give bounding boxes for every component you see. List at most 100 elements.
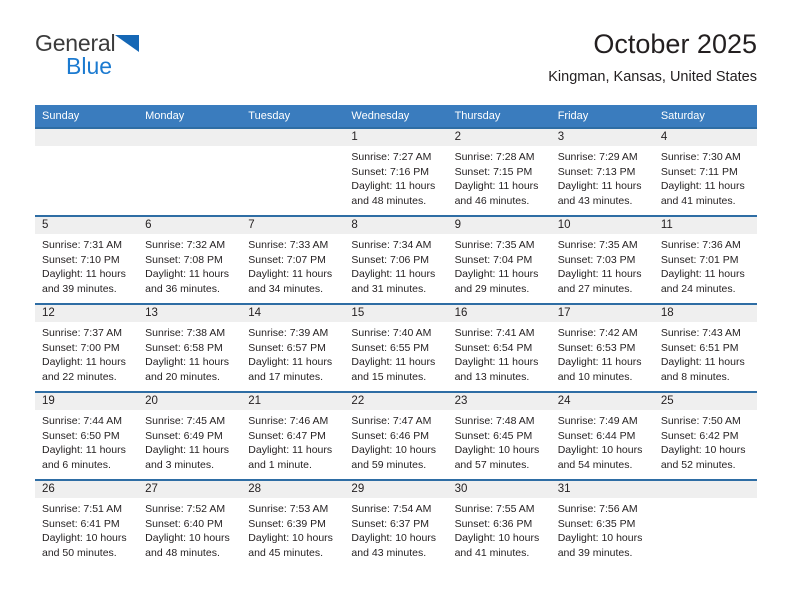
calendar-day-cell[interactable]: 25 Sunrise: 7:50 AM Sunset: 6:42 PM Dayligh… xyxy=(653,391,757,480)
calendar-day-cell[interactable]: 26 Sunrise: 7:51 AM Sunset: 6:41 PM Dayligh… xyxy=(35,479,139,568)
daylight-text: Daylight: 11 hours and 41 minutes. xyxy=(660,180,745,207)
day-number: 9 xyxy=(447,217,551,234)
day-number: 16 xyxy=(447,305,551,322)
sunrise-text: Sunrise: 7:52 AM xyxy=(145,503,226,515)
sunset-text: Sunset: 7:08 PM xyxy=(145,253,223,266)
day-cell-empty xyxy=(241,129,345,215)
day-cell: 13 Sunrise: 7:38 AM Sunset: 6:58 PM Dayligh… xyxy=(138,305,242,391)
daylight-text: Daylight: 11 hours and 15 minutes. xyxy=(351,356,436,383)
calendar-day-cell[interactable]: 18 Sunrise: 7:43 AM Sunset: 6:51 PM Dayligh… xyxy=(653,303,757,392)
calendar-day-cell[interactable]: 31 Sunrise: 7:56 AM Sunset: 6:35 PM Dayligh… xyxy=(550,479,654,568)
day-number: 14 xyxy=(241,305,345,322)
calendar-day-cell[interactable]: 2 Sunrise: 7:28 AM Sunset: 7:15 PM Daylight… xyxy=(447,127,551,216)
calendar-day-cell[interactable]: 28 Sunrise: 7:53 AM Sunset: 6:39 PM Dayligh… xyxy=(241,479,345,568)
sunset-text: Sunset: 6:55 PM xyxy=(351,341,430,354)
calendar-day-cell[interactable]: 10 Sunrise: 7:35 AM Sunset: 7:03 PM Dayligh… xyxy=(550,215,654,304)
day-sun-info: Sunrise: 7:39 AM Sunset: 6:57 PM Daylight:… xyxy=(241,322,344,384)
calendar-day-cell[interactable]: 20 Sunrise: 7:45 AM Sunset: 6:49 PM Dayligh… xyxy=(138,391,242,480)
day-sun-info: Sunrise: 7:49 AM Sunset: 6:44 PM Daylight:… xyxy=(551,410,654,472)
daylight-text: Daylight: 11 hours and 22 minutes. xyxy=(42,356,126,383)
day-number xyxy=(653,481,757,498)
daylight-text: Daylight: 11 hours and 20 minutes. xyxy=(145,356,229,383)
day-cell: 11 Sunrise: 7:36 AM Sunset: 7:01 PM Dayligh… xyxy=(653,217,757,303)
daylight-text: Daylight: 11 hours and 17 minutes. xyxy=(248,356,333,383)
calendar-day-cell[interactable]: 7 Sunrise: 7:33 AM Sunset: 7:07 PM Daylight… xyxy=(241,215,345,304)
daylight-text: Daylight: 11 hours and 29 minutes. xyxy=(454,268,539,295)
weekday-header-friday: Friday xyxy=(550,105,654,128)
sunset-text: Sunset: 6:37 PM xyxy=(351,517,430,530)
daylight-text: Daylight: 11 hours and 8 minutes. xyxy=(660,356,745,383)
sunset-text: Sunset: 7:15 PM xyxy=(454,165,533,178)
calendar-day-cell[interactable]: 1 Sunrise: 7:27 AM Sunset: 7:16 PM Daylight… xyxy=(344,127,448,216)
sunrise-text: Sunrise: 7:41 AM xyxy=(454,327,535,339)
day-number xyxy=(35,129,139,146)
calendar-day-cell[interactable]: 14 Sunrise: 7:39 AM Sunset: 6:57 PM Dayligh… xyxy=(241,303,345,392)
calendar-day-cell[interactable]: 23 Sunrise: 7:48 AM Sunset: 6:45 PM Dayligh… xyxy=(447,391,551,480)
sunset-text: Sunset: 7:13 PM xyxy=(557,165,636,178)
day-sun-info: Sunrise: 7:44 AM Sunset: 6:50 PM Daylight:… xyxy=(35,410,138,472)
calendar-day-cell[interactable]: 8 Sunrise: 7:34 AM Sunset: 7:06 PM Daylight… xyxy=(344,215,448,304)
day-cell: 12 Sunrise: 7:37 AM Sunset: 7:00 PM Dayligh… xyxy=(35,305,139,391)
calendar-day-cell[interactable]: 4 Sunrise: 7:30 AM Sunset: 7:11 PM Daylight… xyxy=(653,127,757,216)
sunrise-text: Sunrise: 7:49 AM xyxy=(557,415,638,427)
day-sun-info: Sunrise: 7:43 AM Sunset: 6:51 PM Daylight:… xyxy=(654,322,757,384)
day-number: 1 xyxy=(344,129,448,146)
calendar-day-cell[interactable]: 15 Sunrise: 7:40 AM Sunset: 6:55 PM Dayligh… xyxy=(344,303,448,392)
day-number: 4 xyxy=(653,129,757,146)
calendar-day-cell[interactable]: 5 Sunrise: 7:31 AM Sunset: 7:10 PM Daylight… xyxy=(35,215,139,304)
sunrise-text: Sunrise: 7:35 AM xyxy=(557,239,638,251)
calendar-day-cell[interactable]: 24 Sunrise: 7:49 AM Sunset: 6:44 PM Dayligh… xyxy=(550,391,654,480)
day-number: 30 xyxy=(447,481,551,498)
day-cell: 28 Sunrise: 7:53 AM Sunset: 6:39 PM Dayligh… xyxy=(241,481,345,568)
calendar-day-cell[interactable] xyxy=(653,479,757,568)
calendar-day-cell[interactable]: 29 Sunrise: 7:54 AM Sunset: 6:37 PM Dayligh… xyxy=(344,479,448,568)
calendar-week-row: 19 Sunrise: 7:44 AM Sunset: 6:50 PM Dayligh… xyxy=(35,391,757,480)
calendar-day-cell[interactable]: 13 Sunrise: 7:38 AM Sunset: 6:58 PM Dayligh… xyxy=(138,303,242,392)
sunset-text: Sunset: 6:35 PM xyxy=(557,517,636,530)
daylight-text: Daylight: 11 hours and 27 minutes. xyxy=(557,268,642,295)
daylight-text: Daylight: 10 hours and 50 minutes. xyxy=(42,532,127,559)
sunset-text: Sunset: 7:11 PM xyxy=(660,165,738,178)
sunset-text: Sunset: 7:00 PM xyxy=(42,341,120,354)
calendar-day-cell[interactable]: 11 Sunrise: 7:36 AM Sunset: 7:01 PM Dayligh… xyxy=(653,215,757,304)
sunrise-text: Sunrise: 7:38 AM xyxy=(145,327,226,339)
day-cell: 31 Sunrise: 7:56 AM Sunset: 6:35 PM Dayligh… xyxy=(550,481,654,568)
sunset-text: Sunset: 6:53 PM xyxy=(557,341,636,354)
day-cell: 7 Sunrise: 7:33 AM Sunset: 7:07 PM Daylight… xyxy=(241,217,345,303)
day-number: 3 xyxy=(550,129,654,146)
calendar-day-cell[interactable]: 16 Sunrise: 7:41 AM Sunset: 6:54 PM Dayligh… xyxy=(447,303,551,392)
calendar-day-cell[interactable]: 30 Sunrise: 7:55 AM Sunset: 6:36 PM Dayligh… xyxy=(447,479,551,568)
calendar-day-cell[interactable]: 9 Sunrise: 7:35 AM Sunset: 7:04 PM Daylight… xyxy=(447,215,551,304)
day-number: 17 xyxy=(550,305,654,322)
calendar-day-cell[interactable]: 12 Sunrise: 7:37 AM Sunset: 7:00 PM Dayligh… xyxy=(35,303,139,392)
day-number: 6 xyxy=(138,217,242,234)
calendar-day-cell[interactable]: 6 Sunrise: 7:32 AM Sunset: 7:08 PM Daylight… xyxy=(138,215,242,304)
calendar-day-cell[interactable]: 19 Sunrise: 7:44 AM Sunset: 6:50 PM Dayligh… xyxy=(35,391,139,480)
calendar-week-row: 5 Sunrise: 7:31 AM Sunset: 7:10 PM Daylight… xyxy=(35,215,757,304)
day-sun-info: Sunrise: 7:34 AM Sunset: 7:06 PM Daylight:… xyxy=(344,234,447,296)
sunrise-text: Sunrise: 7:36 AM xyxy=(660,239,741,251)
calendar-day-cell[interactable] xyxy=(35,127,139,216)
sunrise-text: Sunrise: 7:30 AM xyxy=(660,151,741,163)
daylight-text: Daylight: 10 hours and 43 minutes. xyxy=(351,532,437,559)
daylight-text: Daylight: 11 hours and 46 minutes. xyxy=(454,180,539,207)
day-sun-info: Sunrise: 7:47 AM Sunset: 6:46 PM Daylight:… xyxy=(344,410,447,472)
day-cell: 16 Sunrise: 7:41 AM Sunset: 6:54 PM Dayligh… xyxy=(447,305,551,391)
calendar-day-cell[interactable]: 21 Sunrise: 7:46 AM Sunset: 6:47 PM Dayligh… xyxy=(241,391,345,480)
sunset-text: Sunset: 7:06 PM xyxy=(351,253,430,266)
day-sun-info: Sunrise: 7:40 AM Sunset: 6:55 PM Daylight:… xyxy=(344,322,447,384)
sunrise-text: Sunrise: 7:34 AM xyxy=(351,239,432,251)
calendar-day-cell[interactable]: 22 Sunrise: 7:47 AM Sunset: 6:46 PM Dayligh… xyxy=(344,391,448,480)
day-cell-empty xyxy=(138,129,242,215)
calendar-day-cell[interactable] xyxy=(241,127,345,216)
day-cell: 25 Sunrise: 7:50 AM Sunset: 6:42 PM Dayligh… xyxy=(653,393,757,479)
calendar-day-cell[interactable]: 17 Sunrise: 7:42 AM Sunset: 6:53 PM Dayligh… xyxy=(550,303,654,392)
sunset-text: Sunset: 6:39 PM xyxy=(248,517,326,530)
day-number: 19 xyxy=(35,393,139,410)
calendar-day-cell[interactable] xyxy=(138,127,242,216)
day-sun-info: Sunrise: 7:27 AM Sunset: 7:16 PM Daylight:… xyxy=(344,146,447,208)
sunrise-text: Sunrise: 7:50 AM xyxy=(660,415,741,427)
day-number: 28 xyxy=(241,481,345,498)
calendar-day-cell[interactable]: 27 Sunrise: 7:52 AM Sunset: 6:40 PM Dayligh… xyxy=(138,479,242,568)
calendar-day-cell[interactable]: 3 Sunrise: 7:29 AM Sunset: 7:13 PM Daylight… xyxy=(550,127,654,216)
